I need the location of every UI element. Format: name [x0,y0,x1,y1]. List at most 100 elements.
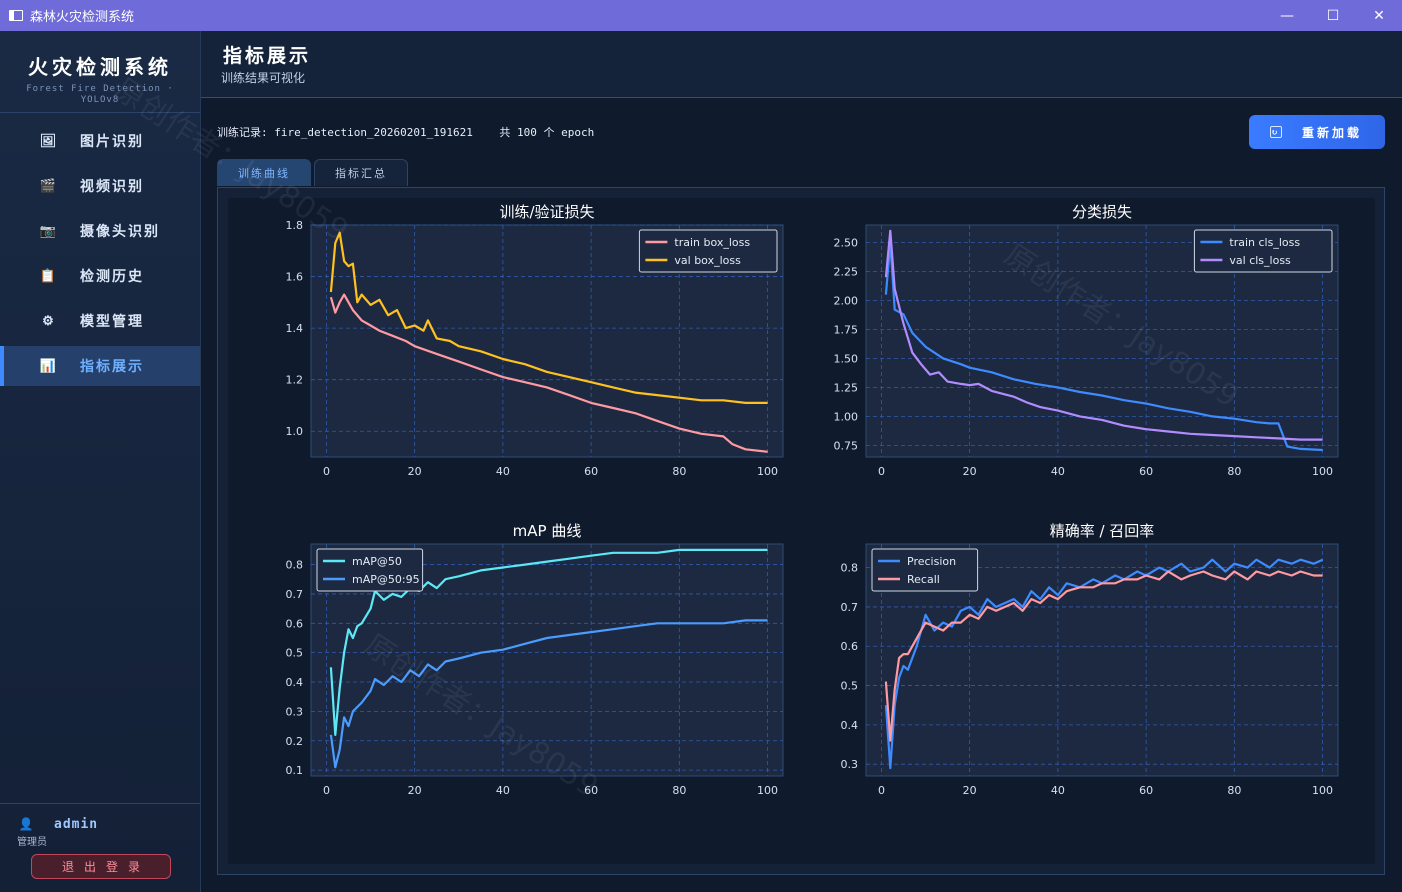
y-tick-label: 1.8 [286,219,304,232]
clipboard-icon: 📋 [39,268,59,284]
gear-icon: ⚙ [42,313,56,329]
chart-title: 分类损失 [1072,203,1132,221]
chart-1: 训练/验证损失 0 20 40 60 80 100 1.0 1.2 1.4 1.6 1.8 train … [286,203,784,478]
y-tick-label: 0.6 [286,617,304,630]
y-tick-label: 0.5 [841,680,859,693]
chart-title: mAP 曲线 [513,522,582,540]
y-tick-label: 0.5 [286,647,304,660]
sidebar-item-label: 摄像头识别 [80,224,160,240]
y-tick-label: 1.00 [834,410,859,423]
minimize-button[interactable]: — [1264,0,1310,31]
x-tick-label: 100 [757,784,778,797]
y-tick-label: 2.50 [834,236,859,249]
sidebar-item-label: 视频识别 [80,179,144,195]
user-panel: 👤 admin 管理员 退出登录 [0,803,200,892]
window-controls: — ☐ ✕ [1264,0,1402,31]
y-tick-label: 0.3 [841,758,859,771]
y-tick-label: 0.1 [286,764,304,777]
page-header: 指标展示 训练结果可视化 [201,31,1402,98]
legend: mAP@50 mAP@50:95 [316,548,424,592]
y-tick-label: 1.50 [834,352,859,365]
x-tick-label: 20 [963,784,977,797]
x-tick-label: 40 [1051,784,1065,797]
x-tick-label: 0 [323,784,330,797]
legend: Precision Recall [871,548,979,592]
x-tick-label: 100 [757,465,778,478]
sidebar-item-video-recognition[interactable]: 🎬 视频识别 [0,166,200,206]
sidebar-item-label: 模型管理 [80,314,144,330]
user-icon: 👤 [18,817,34,831]
x-tick-label: 80 [1227,465,1241,478]
legend-label: val box_loss [674,254,741,267]
sidebar-item-label: 图片识别 [80,134,144,150]
x-tick-label: 20 [963,465,977,478]
chart-title: 训练/验证损失 [499,203,594,221]
y-tick-label: 1.0 [286,425,304,438]
brand-name: 火灾检测系统 [28,55,172,79]
y-tick-label: 0.4 [841,719,859,732]
y-tick-label: 0.3 [286,705,304,718]
x-tick-label: 60 [584,465,598,478]
close-button[interactable]: ✕ [1356,0,1402,31]
legend-label: mAP@50:95 [352,573,420,586]
y-tick-label: 1.75 [834,323,859,336]
chart-2: 分类损失 0 20 40 60 80 100 0.75 1.00 1.25 1.50 1.75 2.00… [834,203,1339,478]
legend-label: train cls_loss [1229,236,1300,249]
y-tick-label: 0.4 [286,676,304,689]
x-tick-label: 60 [584,784,598,797]
legend-label: val cls_loss [1229,254,1291,267]
clapper-icon: 🎬 [39,178,59,194]
legend-label: mAP@50 [352,555,402,568]
x-tick-label: 20 [408,784,422,797]
legend: train cls_lossval cls_loss [1193,229,1333,273]
brand: 火灾检测系统 Forest Fire Detection · YOLOv8 [0,31,200,113]
x-tick-label: 0 [878,465,885,478]
tab-bar: 训练曲线 指标汇总 [217,159,411,186]
legend-label: train box_loss [674,236,750,249]
x-tick-label: 0 [323,465,330,478]
sidebar-item-camera-recognition[interactable]: 📷 摄像头识别 [0,211,200,251]
x-tick-label: 100 [1312,784,1333,797]
legend: train box_lossval box_loss [638,229,778,273]
figure-canvas: 训练/验证损失 0 20 40 60 80 100 1.0 1.2 1.4 1.6 1.8 train … [228,198,1375,864]
y-tick-label: 0.2 [286,735,304,748]
x-tick-label: 80 [672,784,686,797]
window-title-bar: 森林火灾检测系统 — ☐ ✕ [0,0,1402,31]
y-tick-label: 1.6 [286,271,304,284]
y-tick-label: 1.25 [834,381,859,394]
reload-button[interactable]: ↻ 重新加载 [1249,115,1385,149]
bar-chart-icon: 📊 [39,358,59,374]
page-subtitle: 训练结果可视化 [221,71,306,85]
sidebar-item-image-recognition[interactable]: 🖼 图片识别 [0,121,200,161]
training-record-label: 训练记录: fire_detection_20260201_191621 共 1… [217,126,595,139]
y-tick-label: 0.8 [286,559,304,572]
x-tick-label: 40 [496,465,510,478]
logout-button[interactable]: 退出登录 [31,854,171,879]
sidebar: 火灾检测系统 Forest Fire Detection · YOLOv8 🖼 … [0,31,201,892]
x-tick-label: 60 [1139,784,1153,797]
tab-metrics-summary[interactable]: 指标汇总 [314,159,408,186]
x-tick-label: 80 [1227,784,1241,797]
reload-button-label: 重新加载 [1302,125,1363,140]
sidebar-item-detection-history[interactable]: 📋 检测历史 [0,256,200,296]
tab-training-curves[interactable]: 训练曲线 [217,159,311,186]
y-tick-label: 2.25 [834,265,859,278]
nav-menu: 🖼 图片识别 🎬 视频识别 📷 摄像头识别 📋 检测历史 ⚙ 模型管理 📊 指标… [0,121,200,386]
user-name: admin [54,816,99,832]
x-tick-label: 40 [496,784,510,797]
app-icon [9,10,23,21]
image-icon: 🖼 [39,133,59,149]
y-tick-label: 0.8 [841,562,859,575]
legend-label: Precision [907,555,956,568]
sidebar-item-label: 检测历史 [80,269,144,285]
sidebar-item-model-management[interactable]: ⚙ 模型管理 [0,301,200,341]
x-tick-label: 40 [1051,465,1065,478]
y-tick-label: 1.4 [286,322,304,335]
page-title: 指标展示 [223,45,312,67]
sidebar-item-metrics[interactable]: 📊 指标展示 [0,346,200,386]
chart-title: 精确率 / 召回率 [1050,522,1155,540]
camera-icon: 📷 [39,223,59,239]
y-tick-label: 1.2 [286,374,304,387]
y-tick-label: 2.00 [834,294,859,307]
maximize-button[interactable]: ☐ [1310,0,1356,31]
